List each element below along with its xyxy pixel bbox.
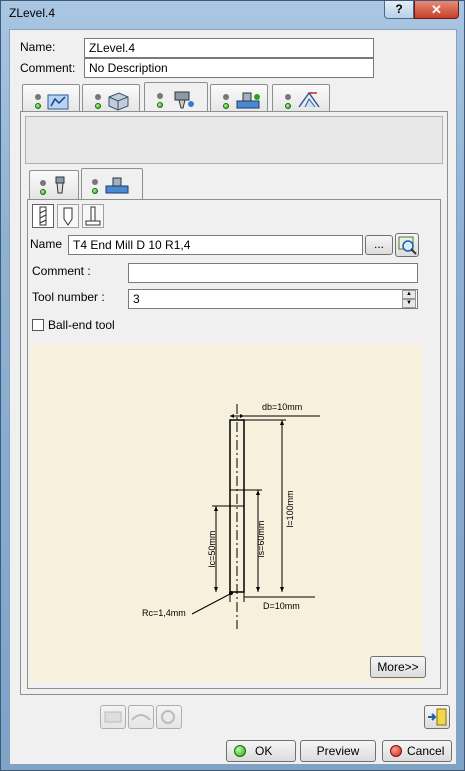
tab-tool[interactable]	[144, 82, 208, 114]
strategy-icon	[47, 94, 69, 110]
dim-db-label: db=10mm	[262, 402, 303, 412]
status-indicator	[92, 179, 98, 185]
comment-field[interactable]: No Description	[84, 58, 374, 78]
cancel-button[interactable]: Cancel	[382, 740, 452, 762]
tool-parameters-panel: Name T4 End Mill D 10 R1,4 ... Comment :…	[27, 199, 441, 689]
ok-icon	[234, 745, 246, 757]
dim-rc-label: Rc=1,4mm	[142, 608, 186, 618]
status-indicator	[92, 188, 98, 194]
simulate-icon	[131, 714, 151, 721]
ball-end-label: Ball-end tool	[48, 318, 115, 332]
tool-assembly-icon	[55, 176, 65, 194]
search-tool-button[interactable]	[395, 233, 419, 257]
end-mill-shape-button[interactable]	[32, 204, 54, 228]
tool-drawing-area: db=10mm l=100mm ls=60mm lc=50mm Rc=1,4mm…	[30, 344, 426, 682]
tool-tab-icon	[105, 177, 129, 194]
tool-name-field[interactable]: T4 End Mill D 10 R1,4	[68, 235, 363, 255]
close-button[interactable]: ✕	[414, 1, 459, 19]
status-indicator	[40, 189, 46, 195]
preview-button[interactable]: Preview	[300, 740, 376, 762]
dim-lc-label: lc=50mm	[207, 530, 217, 568]
drill-icon	[63, 207, 73, 226]
spin-up-button[interactable]: ▲	[402, 290, 416, 299]
dim-ls-label: ls=60mm	[256, 520, 266, 558]
t-slot-icon	[85, 206, 101, 226]
name-label: Name:	[20, 40, 56, 54]
tool-number-field[interactable]: 3	[128, 289, 418, 309]
simulate-button[interactable]	[128, 705, 154, 729]
status-indicator	[285, 103, 291, 109]
cancel-icon	[390, 745, 402, 757]
status-indicator	[285, 94, 291, 100]
analyze-button[interactable]	[156, 705, 182, 729]
end-mill-icon	[39, 206, 47, 226]
ball-end-checkbox[interactable]	[32, 319, 44, 331]
replay-icon	[104, 711, 122, 723]
more-button[interactable]: More>>	[370, 656, 426, 678]
macros-icon	[298, 91, 320, 108]
name-field[interactable]: ZLevel.4	[84, 38, 374, 58]
tool-comment-field[interactable]	[128, 263, 418, 283]
status-indicator	[157, 102, 163, 108]
replay-button[interactable]	[100, 705, 126, 729]
status-indicator	[95, 103, 101, 109]
search-icon	[398, 236, 417, 255]
ok-label: OK	[255, 744, 273, 758]
browse-button[interactable]: ...	[365, 235, 393, 255]
status-indicator	[35, 103, 41, 109]
report-button[interactable]	[424, 705, 450, 729]
help-button[interactable]: ?	[384, 1, 414, 19]
feeds-speeds-icon	[236, 92, 260, 109]
spin-down-button[interactable]: ▼	[402, 299, 416, 308]
t-slot-shape-button[interactable]	[82, 204, 104, 228]
comment-label: Comment:	[20, 61, 76, 75]
replay-toolbar	[100, 705, 190, 729]
tool-name-label: Name	[30, 237, 63, 251]
tool-tab-panel: Name T4 End Mill D 10 R1,4 ... Comment :…	[20, 111, 448, 695]
cancel-label: Cancel	[407, 744, 445, 758]
tool-dimension-drawing	[191, 404, 320, 629]
tab-feeds-speeds[interactable]	[210, 84, 268, 114]
dim-d-label: D=10mm	[263, 601, 300, 611]
description-area	[25, 116, 443, 164]
status-indicator	[35, 94, 41, 100]
tab-tool-parameters[interactable]	[81, 168, 143, 200]
tab-strategy[interactable]	[22, 84, 80, 114]
tool-comment-label: Comment :	[32, 264, 91, 278]
title-bar[interactable]: ZLevel.4 ? ✕	[1, 1, 464, 27]
analyze-icon	[161, 710, 175, 724]
geometry-icon	[108, 92, 129, 111]
report-icon	[428, 708, 447, 726]
dim-l-label: l=100mm	[285, 490, 295, 528]
dialog-client-area: Name: ZLevel.4 Comment: No Description N…	[9, 29, 457, 765]
status-indicator	[157, 93, 163, 99]
tab-macros[interactable]	[272, 84, 330, 114]
tab-tool-assembly[interactable]	[29, 170, 79, 200]
status-indicator	[40, 180, 46, 186]
status-indicator	[95, 94, 101, 100]
status-indicator	[223, 103, 229, 109]
status-indicator	[223, 94, 229, 100]
tool-number-label: Tool number :	[32, 290, 105, 304]
ok-button[interactable]: OK	[226, 740, 296, 762]
tool-icon	[174, 91, 194, 109]
tab-geometry[interactable]	[82, 84, 140, 114]
dialog-window: ZLevel.4 ? ✕ Name: ZLevel.4 Comment: No …	[0, 0, 465, 771]
window-title: ZLevel.4	[9, 6, 56, 20]
drill-shape-button[interactable]	[57, 204, 79, 228]
